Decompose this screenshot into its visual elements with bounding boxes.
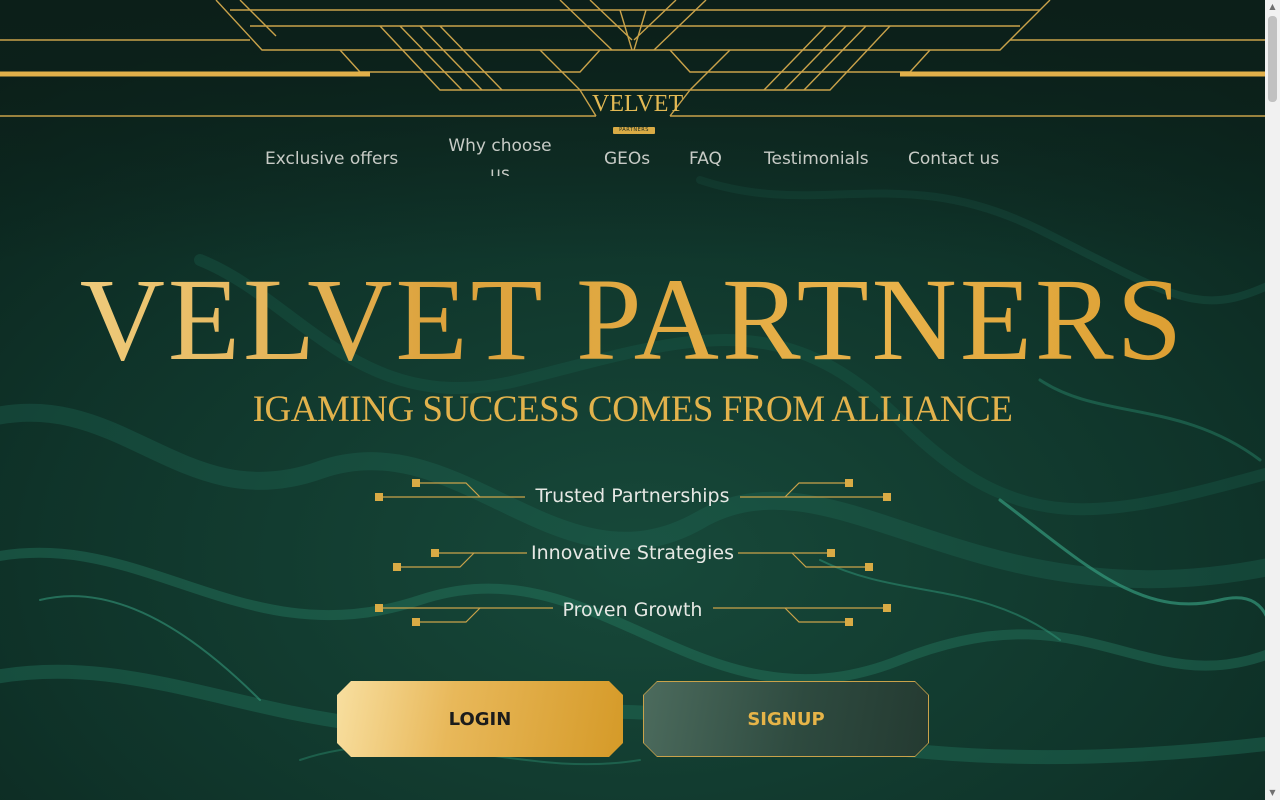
scrollbar-thumb[interactable] bbox=[1268, 16, 1277, 102]
logo-wordmark: VELVET bbox=[592, 91, 684, 117]
hero-subtitle: IGAMING SUCCESS COMES FROM ALLIANCE bbox=[252, 389, 1013, 430]
hero-title: VELVET PARTNERS bbox=[0, 255, 1265, 385]
feature-innovative-strategies: Innovative Strategies bbox=[531, 542, 734, 564]
feature-trusted-partnerships: Trusted Partnerships bbox=[535, 485, 730, 507]
chevron-up-icon[interactable]: ▲ bbox=[1265, 0, 1280, 14]
nav-exclusive-offers[interactable]: Exclusive offers bbox=[265, 149, 398, 169]
nav-geos[interactable]: GEOs bbox=[604, 149, 650, 169]
nav-faq[interactable]: FAQ bbox=[689, 149, 722, 169]
signup-button-label: SIGNUP bbox=[644, 682, 928, 756]
nav-contact-us[interactable]: Contact us bbox=[908, 149, 999, 169]
nav-testimonials[interactable]: Testimonials bbox=[764, 149, 869, 169]
logo-subtitle: PARTNERS bbox=[613, 127, 655, 134]
vertical-scrollbar[interactable]: ▲ ▼ bbox=[1265, 0, 1280, 800]
features-list: Trusted Partnerships Innovative Strategi… bbox=[0, 470, 1265, 640]
feature-proven-growth: Proven Growth bbox=[562, 599, 703, 621]
velvet-partners-logo[interactable]: VELVET PARTNERS bbox=[592, 91, 684, 134]
chevron-down-icon[interactable]: ▼ bbox=[1265, 786, 1280, 800]
login-button[interactable]: LOGIN bbox=[337, 681, 623, 757]
nav-why-choose-us[interactable]: Why choose us bbox=[444, 132, 556, 176]
signup-button[interactable]: SIGNUP bbox=[643, 681, 929, 757]
